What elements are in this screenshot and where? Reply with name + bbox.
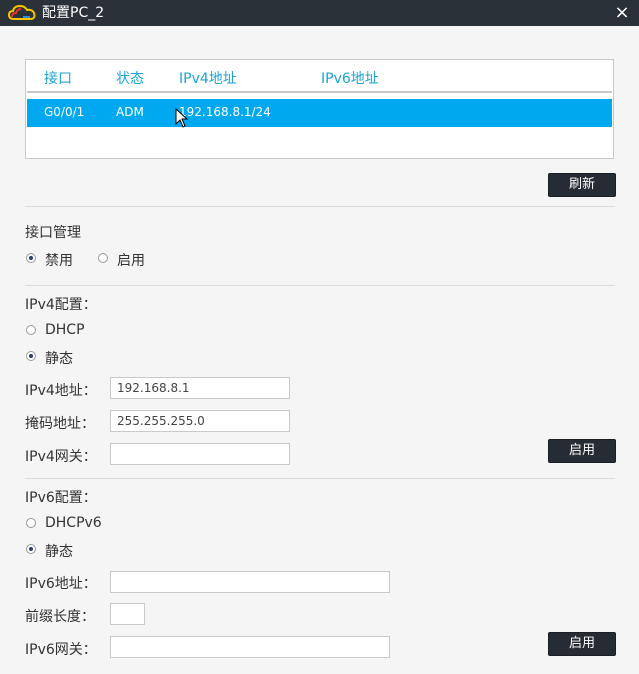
window-title: 配置PC_2	[42, 5, 105, 21]
title-bar: 配置PC_2 ×	[0, 0, 639, 26]
header-ipv4: IPv4地址	[179, 71, 237, 87]
ipv6-apply-button[interactable]: 启用	[548, 632, 616, 656]
header-status: 状态	[116, 71, 144, 87]
interface-table: 接口 状态 IPv4地址 IPv6地址 G0/0/1 ADM 192.168.8…	[25, 59, 614, 159]
ipv6-static-radio[interactable]: 静态	[26, 541, 86, 560]
ipv4-static-label: 静态	[45, 351, 73, 367]
disable-radio[interactable]: 禁用	[26, 250, 86, 269]
table-row[interactable]: G0/0/1 ADM 192.168.8.1/24	[27, 99, 612, 128]
ipv6-prefix-label: 前缀长度：	[25, 609, 95, 625]
header-interface: 接口	[44, 71, 72, 87]
header-ipv6: IPv6地址	[321, 71, 379, 87]
ipv6-gateway-label: IPv6网关：	[25, 642, 97, 658]
ipv4-mask-label: 掩码地址：	[25, 416, 95, 432]
refresh-button[interactable]: 刷新	[548, 173, 616, 197]
radio-indicator	[26, 325, 36, 335]
ipv4-address-label: IPv4地址：	[25, 383, 97, 399]
radio-indicator	[98, 253, 108, 263]
ipv4-address-input[interactable]	[110, 377, 290, 399]
ipv4-dhcp-radio[interactable]: DHCP	[26, 322, 106, 340]
cell-ipv4: 192.168.8.1/24	[179, 105, 271, 119]
cell-interface: G0/0/1	[44, 105, 85, 119]
cloud-logo-icon	[8, 4, 36, 20]
table-header: 接口 状态 IPv4地址 IPv6地址	[27, 61, 612, 93]
ipv6-gateway-input[interactable]	[110, 636, 390, 658]
divider	[25, 478, 615, 479]
radio-indicator	[26, 544, 36, 554]
ipv6-section-label: IPv6配置：	[25, 490, 97, 506]
cell-status: ADM	[116, 105, 144, 119]
ipv6-address-input[interactable]	[110, 571, 390, 593]
ipv6-prefix-input[interactable]	[110, 603, 145, 625]
ipv6-static-label: 静态	[45, 544, 73, 560]
close-icon: ×	[614, 2, 630, 23]
mouse-cursor-icon	[175, 108, 189, 128]
radio-indicator	[26, 518, 36, 528]
ipv4-mask-input[interactable]	[110, 410, 290, 432]
ipv6-dhcp-radio[interactable]: DHCPv6	[26, 515, 116, 533]
radio-indicator	[26, 253, 36, 263]
divider	[25, 206, 615, 207]
ipv4-section-label: IPv4配置：	[25, 297, 97, 313]
enable-radio[interactable]: 启用	[98, 250, 158, 269]
ipv4-gateway-input[interactable]	[110, 443, 290, 465]
enable-radio-label: 启用	[117, 253, 145, 269]
ipv6-address-label: IPv6地址：	[25, 576, 97, 592]
radio-indicator	[26, 351, 36, 361]
ipv4-apply-button[interactable]: 启用	[548, 439, 616, 463]
ipv6-dhcp-label: DHCPv6	[45, 515, 102, 531]
interface-mgmt-label: 接口管理	[25, 225, 81, 241]
divider	[25, 285, 615, 286]
ipv4-gateway-label: IPv4网关：	[25, 449, 97, 465]
disable-radio-label: 禁用	[45, 253, 73, 269]
ipv4-dhcp-label: DHCP	[45, 322, 85, 338]
close-button[interactable]: ×	[611, 2, 633, 24]
ipv4-static-radio[interactable]: 静态	[26, 348, 86, 367]
